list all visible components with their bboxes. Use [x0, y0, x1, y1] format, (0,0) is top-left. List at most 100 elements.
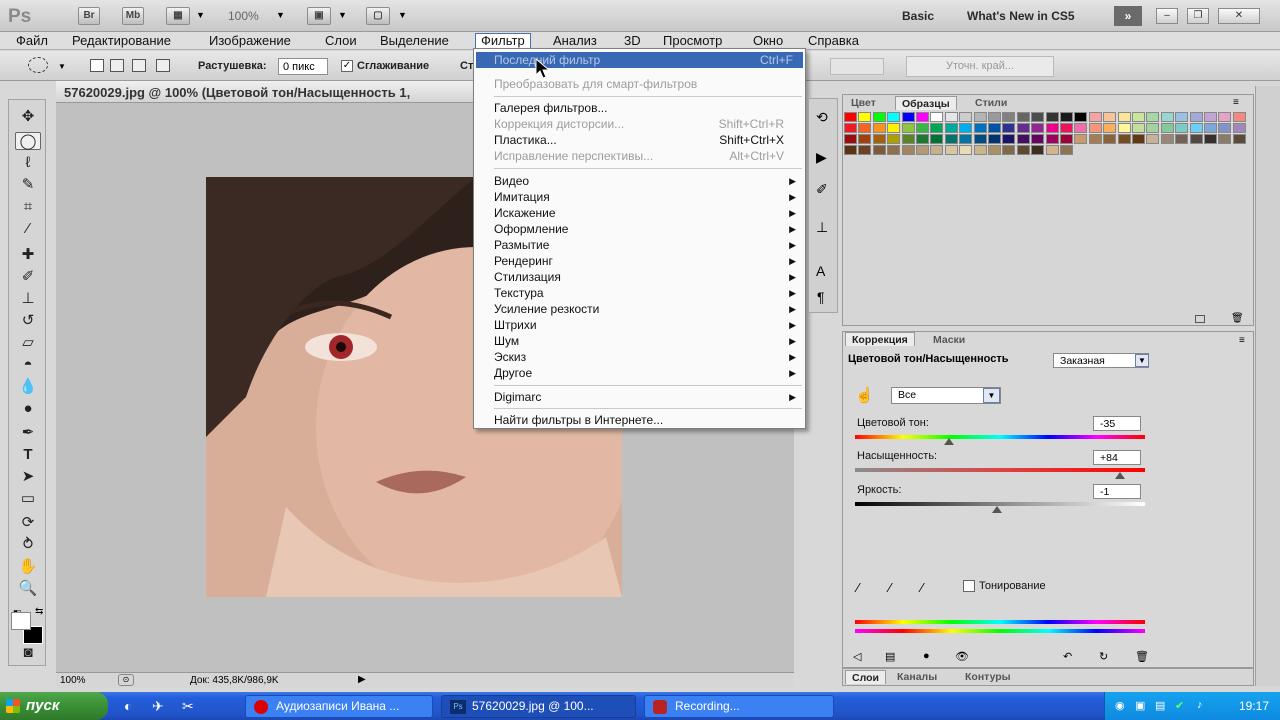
color-swatch[interactable]	[1189, 112, 1203, 122]
3d-orbit-icon[interactable]: ⥁	[15, 536, 41, 554]
color-swatch[interactable]	[944, 123, 958, 133]
menu-window[interactable]: Окно	[753, 33, 783, 49]
color-swatch[interactable]	[1175, 134, 1189, 144]
hue-input[interactable]: -35	[1093, 416, 1141, 431]
color-swatch[interactable]	[1218, 134, 1232, 144]
path-select-icon[interactable]: ➤	[15, 468, 41, 486]
color-swatch[interactable]	[959, 134, 973, 144]
back-icon[interactable]: ◁	[853, 650, 861, 663]
actions-panel-icon[interactable]: ▶	[816, 149, 827, 166]
color-swatch[interactable]	[1031, 123, 1045, 133]
color-swatch[interactable]	[872, 123, 886, 133]
color-swatch[interactable]	[887, 123, 901, 133]
color-swatch[interactable]	[916, 112, 929, 122]
panel-menu-icon[interactable]: ≡	[1239, 335, 1245, 346]
eyedropper-minus-icon[interactable]: ⁄	[921, 580, 923, 595]
color-swatch[interactable]	[1103, 112, 1117, 122]
color-swatch[interactable]	[901, 112, 915, 122]
ellipse-marquee-icon[interactable]	[28, 57, 48, 73]
menu-help[interactable]: Справка	[808, 33, 859, 49]
chevron-down-icon[interactable]: ▼	[983, 388, 1000, 403]
color-swatch[interactable]	[1031, 112, 1045, 122]
chevron-down-icon[interactable]: ▼	[58, 62, 66, 71]
hue-slider-thumb[interactable]	[944, 438, 954, 445]
tab-channels[interactable]: Каналы	[891, 670, 943, 684]
menu-item-vanishing-point[interactable]: Исправление перспективы... Alt+Ctrl+V	[494, 148, 794, 164]
color-swatch[interactable]	[988, 145, 1001, 155]
color-swatch[interactable]	[844, 134, 857, 144]
visibility-icon[interactable]: 👁	[955, 650, 969, 663]
tab-masks[interactable]: Маски	[927, 333, 971, 347]
color-swatch[interactable]	[1232, 112, 1246, 122]
color-swatch[interactable]	[988, 134, 1001, 144]
color-swatch[interactable]	[1103, 123, 1117, 133]
submenu-render[interactable]: Рендеринг ▶	[494, 253, 796, 269]
crop-tool-icon[interactable]: ⌗	[15, 198, 41, 216]
antialias-checkbox[interactable]: ✓	[341, 60, 353, 72]
submenu-pixelate[interactable]: Оформление ▶	[494, 221, 796, 237]
menu-item-lens-correction[interactable]: Коррекция дисторсии... Shift+Ctrl+R	[494, 116, 794, 132]
color-swatch[interactable]	[872, 145, 886, 155]
color-swatch[interactable]	[1117, 112, 1131, 122]
lasso-tool-icon[interactable]: ℓ	[15, 154, 41, 172]
hue-slider-track[interactable]	[855, 435, 1145, 439]
firefox-icon[interactable]: ◐	[124, 698, 132, 714]
workspace-whats-new[interactable]: What's New in CS5	[967, 9, 1075, 23]
clone-source-icon[interactable]: ⊥	[816, 219, 828, 236]
type-tool-icon[interactable]: T	[15, 446, 41, 464]
color-swatch[interactable]	[1045, 112, 1059, 122]
zoom-level[interactable]: 100%	[228, 9, 259, 23]
trash-icon[interactable]: 🗑	[1231, 313, 1244, 324]
quick-mask-icon[interactable]: ◙	[15, 644, 41, 662]
swatch-grid[interactable]	[844, 112, 1249, 168]
color-swatch[interactable]	[858, 112, 872, 122]
color-swatch[interactable]	[988, 112, 1001, 122]
color-swatch[interactable]	[1218, 123, 1232, 133]
submenu-video[interactable]: Видео ▶	[494, 173, 796, 189]
submenu-sharpen[interactable]: Усиление резкости ▶	[494, 301, 796, 317]
chevron-down-icon[interactable]: ▼	[1135, 354, 1149, 367]
color-swatch[interactable]	[959, 123, 973, 133]
extras-button[interactable]: ▦	[166, 7, 190, 25]
color-swatch[interactable]	[916, 134, 929, 144]
menu-image[interactable]: Изображение	[209, 33, 291, 49]
color-swatch[interactable]	[858, 145, 872, 155]
color-swatch[interactable]	[1232, 134, 1246, 144]
color-swatch[interactable]	[872, 112, 886, 122]
marquee-tool-icon[interactable]: ◯	[15, 132, 41, 150]
zoom-dropdown-icon[interactable]: ▼	[276, 10, 285, 20]
color-swatch[interactable]	[1088, 112, 1102, 122]
move-tool-icon[interactable]: ✥	[15, 108, 41, 126]
color-swatch[interactable]	[1204, 112, 1217, 122]
color-swatch[interactable]	[1002, 123, 1016, 133]
quick-select-icon[interactable]: ✎	[15, 176, 41, 194]
color-swatch[interactable]	[973, 134, 987, 144]
submenu-digimarc[interactable]: Digimarc ▶	[494, 389, 796, 405]
color-swatch[interactable]	[1074, 112, 1088, 122]
dodge-tool-icon[interactable]: ●	[15, 400, 41, 418]
color-swatch[interactable]	[930, 134, 944, 144]
color-swatch[interactable]	[973, 112, 987, 122]
task-recording[interactable]: Recording...	[644, 695, 834, 718]
eyedropper-plus-icon[interactable]: ⁄	[889, 580, 891, 595]
tab-styles[interactable]: Стили	[969, 96, 1013, 110]
history-panel-icon[interactable]: ⟲	[816, 109, 828, 126]
tray-icon[interactable]: ▣	[1135, 699, 1145, 712]
color-swatch[interactable]	[1045, 123, 1059, 133]
menu-edit[interactable]: Редактирование	[72, 33, 171, 49]
quicklaunch-icon-2[interactable]: ✂	[182, 698, 194, 715]
color-swatch[interactable]	[887, 134, 901, 144]
color-swatch[interactable]	[844, 145, 857, 155]
lightness-input[interactable]: -1	[1093, 484, 1141, 499]
saturation-slider-thumb[interactable]	[1115, 472, 1125, 479]
color-swatch[interactable]	[1045, 145, 1059, 155]
height-input[interactable]	[830, 58, 884, 75]
color-swatch[interactable]	[1132, 112, 1145, 122]
color-swatch[interactable]	[930, 112, 944, 122]
expand-view-icon[interactable]: ▤	[885, 650, 895, 663]
color-swatch[interactable]	[1031, 145, 1045, 155]
menu-item-last-filter[interactable]: Последний фильтр Ctrl+F	[476, 52, 803, 68]
swap-colors-icon[interactable]: ⇆	[35, 606, 43, 617]
color-swatch[interactable]	[1160, 112, 1174, 122]
intersect-selection-icon[interactable]	[156, 59, 170, 72]
